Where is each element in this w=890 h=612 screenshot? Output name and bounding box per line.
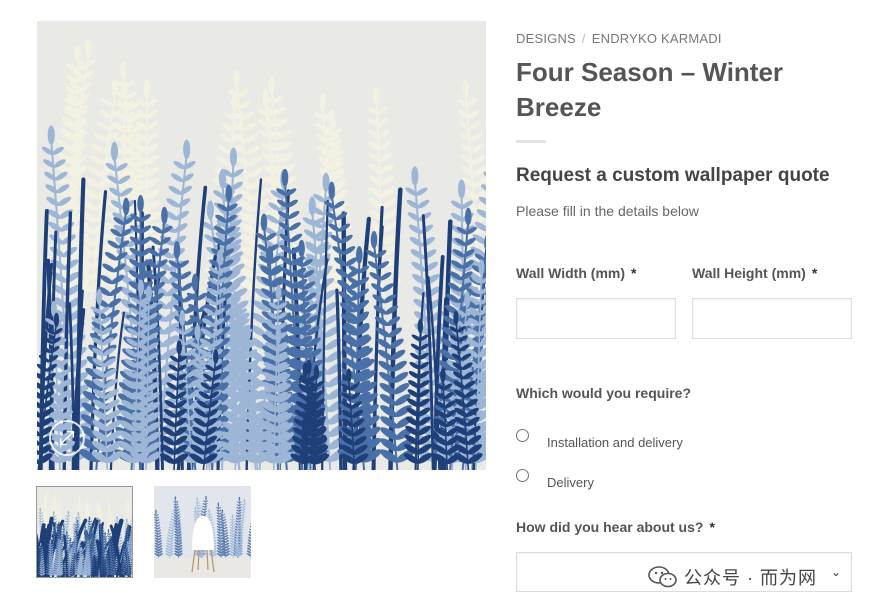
wall-height-label-text: Wall Height (mm) (692, 265, 806, 281)
product-title: Four Season – Winter Breeze (516, 57, 784, 122)
thumbnail-room-image (154, 486, 251, 578)
required-marker: * (631, 265, 637, 281)
required-marker: * (709, 519, 715, 535)
radio-installation-delivery[interactable] (516, 429, 529, 442)
thumbnail-1[interactable] (36, 486, 133, 578)
hear-question: How did you hear about us? * (516, 519, 715, 535)
thumbnail-2[interactable] (154, 486, 251, 578)
require-question: Which would you require? (516, 385, 691, 401)
option-label: Installation and delivery (547, 435, 683, 450)
hear-question-text: How did you hear about us? (516, 519, 704, 535)
watermark-text: 公众号 · 而为网 (684, 568, 817, 588)
breadcrumb-designs[interactable]: DESIGNS (516, 31, 576, 46)
watermark: 公众号 · 而为网 (648, 564, 817, 590)
chevron-down-icon: ⌄ (830, 565, 841, 579)
required-marker: * (811, 265, 818, 281)
option-delivery[interactable]: Delivery (516, 469, 594, 490)
form-subheading: Please fill in the details below (516, 203, 699, 219)
product-main-image[interactable] (37, 21, 486, 470)
option-installation-delivery[interactable]: Installation and delivery (516, 429, 683, 450)
expand-arrows-icon (59, 430, 75, 446)
breadcrumb: DESIGNS / ENDRYKO KARMADI (516, 31, 722, 46)
breadcrumb-designer[interactable]: ENDRYKO KARMADI (592, 31, 722, 46)
wall-height-label: Wall Height (mm) * (692, 265, 817, 281)
thumbnail-wallpaper-image (37, 487, 132, 577)
wallpaper-illustration (37, 21, 486, 470)
form-heading: Request a custom wallpaper quote (516, 165, 830, 186)
wechat-icon (648, 566, 677, 588)
wall-height-input[interactable] (692, 298, 852, 339)
option-label: Delivery (547, 475, 594, 490)
wall-width-label: Wall Width (mm) * (516, 265, 636, 281)
breadcrumb-separator: / (581, 31, 586, 46)
wall-width-input[interactable] (516, 298, 676, 339)
title-divider (516, 140, 546, 143)
radio-delivery[interactable] (516, 469, 529, 482)
wall-width-label-text: Wall Width (mm) (516, 265, 626, 281)
zoom-button[interactable] (49, 420, 85, 456)
